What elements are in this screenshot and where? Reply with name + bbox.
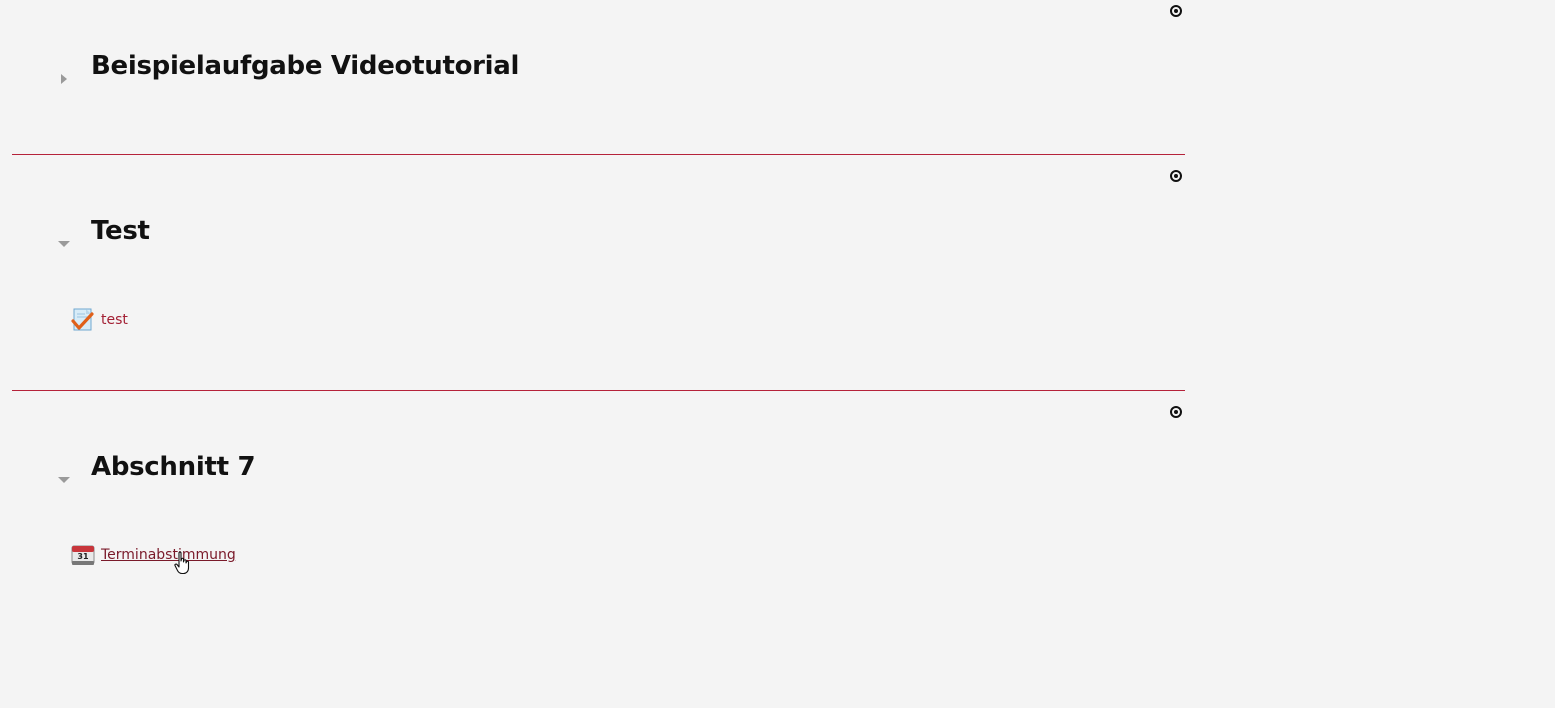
activity-link[interactable]: test: [101, 312, 128, 328]
assignment-icon: [71, 308, 94, 331]
activity-item[interactable]: 31 Terminabstimmung: [71, 543, 236, 567]
chevron-down-icon[interactable]: [58, 474, 70, 486]
chevron-right-icon[interactable]: [58, 73, 70, 85]
course-content: Beispielaufgabe Videotutorial Test test …: [0, 0, 1555, 708]
section-title[interactable]: Test: [91, 216, 150, 246]
section-divider: [12, 154, 1185, 155]
section-title[interactable]: Beispielaufgabe Videotutorial: [91, 51, 519, 81]
calendar-day-text: 31: [77, 552, 89, 561]
section-radio-button[interactable]: [1170, 406, 1182, 418]
chevron-down-icon[interactable]: [58, 238, 70, 250]
section-radio-button[interactable]: [1170, 170, 1182, 182]
calendar-icon: 31: [71, 545, 95, 565]
activity-item[interactable]: test: [71, 308, 128, 332]
section-radio-button[interactable]: [1170, 5, 1182, 17]
activity-link[interactable]: Terminabstimmung: [101, 547, 236, 563]
section-title[interactable]: Abschnitt 7: [91, 452, 256, 482]
section-divider: [12, 390, 1185, 391]
